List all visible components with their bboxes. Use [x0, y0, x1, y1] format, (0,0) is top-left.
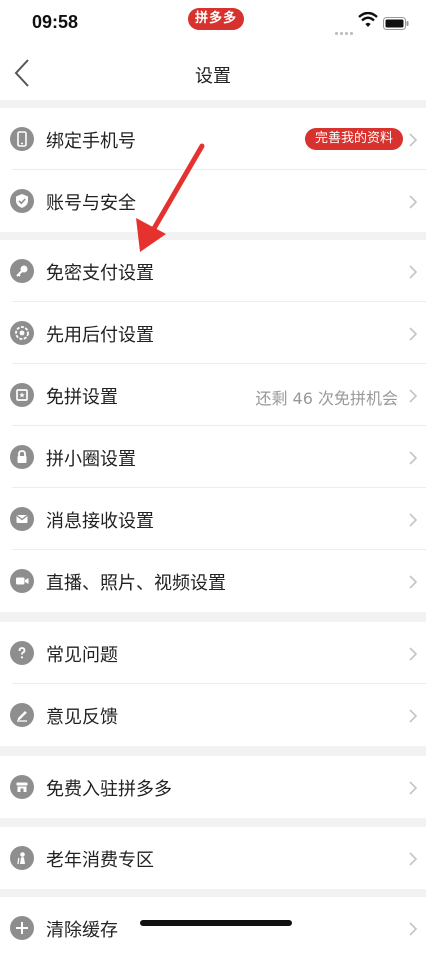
settings-item-label: 常见问题: [46, 645, 118, 666]
settings-item-bind-phone[interactable]: 绑定手机号 完善我的资料: [0, 108, 426, 170]
settings-item-label: 绑定手机号: [46, 131, 136, 152]
chevron-right-icon: [409, 195, 418, 209]
mail-icon: [10, 507, 34, 531]
settings-item-live-photo-video[interactable]: 直播、照片、视频设置: [0, 550, 426, 612]
status-time: 09:58: [32, 12, 79, 32]
settings-item-account-security[interactable]: 账号与安全: [0, 170, 426, 232]
page-title: 设置: [195, 66, 231, 87]
settings-item-label: 免拼设置: [46, 387, 118, 408]
settings-group-account: 绑定手机号 完善我的资料 账号与安全: [0, 108, 426, 232]
battery-icon: [383, 15, 409, 30]
settings-group-payment: 免密支付设置 先用后付设置 免拼设置 还剩 46 次免拼机会 拼小圈设置 消息接…: [0, 240, 426, 612]
chevron-right-icon: [409, 389, 418, 403]
phone-icon: [10, 127, 34, 151]
settings-item-label: 拼小圈设置: [46, 449, 136, 470]
settings-group-elder: 老年消费专区: [0, 827, 426, 889]
settings-group-storage: 清除缓存: [0, 897, 426, 959]
chevron-right-icon: [409, 133, 418, 147]
elder-icon: [10, 846, 34, 870]
complete-profile-badge[interactable]: 完善我的资料: [304, 128, 403, 150]
chevron-right-icon: [409, 781, 418, 795]
key-icon: [10, 259, 34, 283]
settings-item-message[interactable]: 消息接收设置: [0, 488, 426, 550]
settings-item-label: 老年消费专区: [46, 850, 154, 871]
pencil-icon: [10, 703, 34, 727]
status-bar: 09:58 拼多多: [0, 0, 426, 46]
wifi-icon: [358, 11, 378, 28]
settings-item-elder-zone[interactable]: 老年消费专区: [0, 827, 426, 889]
settings-item-pay-later[interactable]: 先用后付设置: [0, 302, 426, 364]
chevron-right-icon: [409, 575, 418, 589]
chevron-right-icon: [409, 647, 418, 661]
clear-cache-icon: [10, 916, 34, 940]
settings-item-feedback[interactable]: 意见反馈: [0, 684, 426, 746]
chevron-right-icon: [409, 922, 418, 936]
chevron-right-icon: [409, 852, 418, 866]
home-indicator: [140, 920, 292, 926]
store-icon: [10, 775, 34, 799]
video-icon: [10, 569, 34, 593]
shield-icon: [10, 189, 34, 213]
settings-item-label: 意见反馈: [46, 707, 118, 728]
chevron-right-icon: [409, 265, 418, 279]
settings-item-merchant-join[interactable]: 免费入驻拼多多: [0, 756, 426, 818]
settings-item-label: 消息接收设置: [46, 511, 154, 532]
settings-item-label: 先用后付设置: [46, 325, 154, 346]
badge-icon: [10, 321, 34, 345]
ticket-icon: [10, 383, 34, 407]
nav-bar: 设置: [0, 46, 426, 100]
settings-item-label: 免费入驻拼多多: [46, 779, 172, 800]
settings-item-label: 清除缓存: [46, 920, 118, 941]
chevron-right-icon: [409, 709, 418, 723]
settings-item-label: 直播、照片、视频设置: [46, 573, 226, 594]
lock-icon: [10, 445, 34, 469]
settings-item-password-free-pay[interactable]: 免密支付设置: [0, 240, 426, 302]
settings-item-free-group[interactable]: 免拼设置 还剩 46 次免拼机会: [0, 364, 426, 426]
settings-item-faq[interactable]: 常见问题: [0, 622, 426, 684]
settings-item-clear-cache[interactable]: 清除缓存: [0, 897, 426, 959]
free-group-remaining: 还剩 46 次免拼机会: [255, 389, 398, 408]
chevron-right-icon: [409, 451, 418, 465]
settings-item-label: 账号与安全: [46, 193, 136, 214]
chevron-right-icon: [409, 327, 418, 341]
app-badge: 拼多多: [188, 8, 244, 30]
settings-item-label: 免密支付设置: [46, 263, 154, 284]
signal-icon: [335, 20, 355, 35]
chevron-right-icon: [409, 513, 418, 527]
settings-group-help: 常见问题 意见反馈: [0, 622, 426, 746]
question-icon: [10, 641, 34, 665]
settings-item-circle[interactable]: 拼小圈设置: [0, 426, 426, 488]
settings-group-merchant: 免费入驻拼多多: [0, 756, 426, 818]
